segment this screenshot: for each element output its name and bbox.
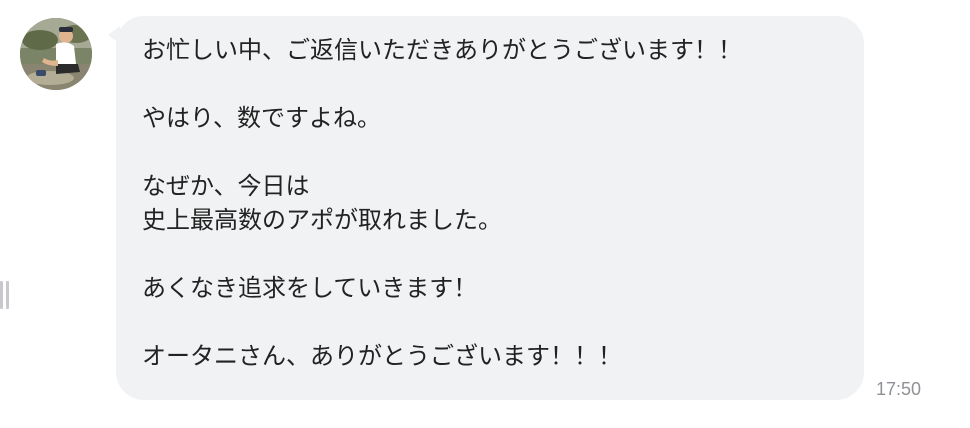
message-bubble[interactable]: お忙しい中、ご返信いただきありがとうございます！！ やはり、数ですよね。 なぜか…: [116, 16, 864, 400]
scroll-handle-icon[interactable]: [0, 281, 10, 309]
avatar-photo-icon: [20, 18, 92, 90]
message-line: オータニさん、ありがとうございます！！！: [142, 342, 622, 370]
avatar[interactable]: [20, 18, 92, 90]
message-line: あくなき追求をしていきます！: [142, 274, 478, 302]
message-line: なぜか、今日は: [142, 172, 310, 200]
message-line: お忙しい中、ご返信いただきありがとうございます！！: [142, 36, 742, 64]
message-line: 史上最高数のアポが取れました。: [142, 206, 502, 234]
message-timestamp: 17:50: [876, 379, 922, 399]
message-line: やはり、数ですよね。: [142, 104, 382, 132]
